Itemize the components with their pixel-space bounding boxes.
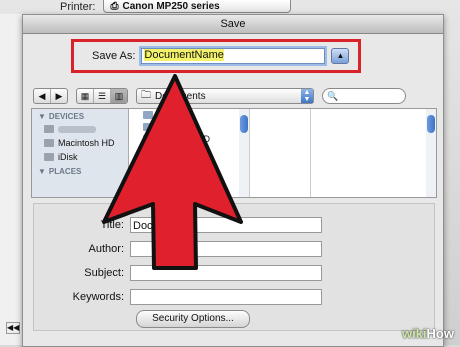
hard-drive-icon	[44, 139, 54, 147]
printer-row: Printer: ⎙ Canon MP250 series	[60, 0, 292, 13]
file-column-3	[311, 109, 436, 197]
list-item[interactable]: ...e▶	[129, 145, 249, 157]
folder-icon	[143, 123, 153, 131]
scroll-thumb[interactable]	[240, 115, 248, 133]
left-panel-edge	[0, 14, 23, 345]
title-label: Title:	[100, 219, 124, 231]
sidebar-item-macintosh-hd[interactable]: Macintosh HD	[32, 136, 128, 150]
printer-value: Canon MP250 series	[122, 0, 220, 12]
sidebar-item-computer[interactable]	[32, 122, 128, 136]
save-dialog: Save Save As: DocumentName ▲ ◀ ▶ ▦ ☰ ▥ 🗀…	[22, 14, 444, 347]
author-label: Author:	[88, 243, 124, 255]
scrollbar[interactable]	[426, 109, 436, 197]
save-as-label: Save As:	[92, 50, 136, 62]
search-icon: 🔍	[327, 91, 339, 101]
folder-popup[interactable]: 🗀 Documents ▲ ▼	[136, 88, 314, 104]
folder-icon	[143, 147, 153, 155]
sidebar-item-idisk[interactable]: iDisk	[32, 150, 128, 164]
keywords-label: Keywords:	[72, 291, 124, 303]
file-column-1: 1 ...p▶ ...NCE▶ ...ASE READ▶ ...e▶	[129, 109, 250, 197]
devices-header: ▼ DEVICES	[38, 112, 85, 121]
idisk-icon	[44, 153, 54, 161]
title-field[interactable]: Docu	[130, 217, 322, 233]
author-row: Author:	[34, 240, 434, 258]
forward-icon[interactable]: ▶	[51, 89, 67, 103]
file-browser: ▼ DEVICES Macintosh HD iDisk ▼ PLACES 1 …	[31, 108, 437, 198]
blurred-name	[58, 125, 96, 133]
current-folder: Documents	[155, 90, 206, 102]
save-as-input[interactable]: DocumentName	[141, 48, 326, 64]
back-icon[interactable]: ◀	[34, 89, 51, 103]
folder-icon: 🗀	[141, 89, 151, 101]
collapse-toggle-button[interactable]: ▲	[331, 48, 350, 64]
back-forward-control: ◀ ▶	[33, 88, 68, 104]
author-field[interactable]	[130, 241, 322, 257]
save-as-value: DocumentName	[144, 49, 224, 61]
computer-icon	[44, 125, 54, 133]
scrollbar[interactable]	[239, 109, 249, 197]
keywords-row: Keywords:	[34, 288, 434, 306]
folder-icon	[143, 111, 153, 119]
search-field[interactable]: 🔍	[322, 88, 406, 104]
wikihow-watermark: wikiHow	[401, 326, 454, 341]
printer-icon: ⎙	[110, 0, 119, 12]
printer-popup[interactable]: ⎙ Canon MP250 series	[103, 0, 292, 13]
list-item[interactable]: 1 ...p▶	[129, 109, 249, 121]
disclosure-icon[interactable]: ▼	[38, 112, 46, 121]
browser-toolbar: ◀ ▶ ▦ ☰ ▥ 🗀 Documents ▲ ▼ 🔍	[33, 87, 433, 105]
file-column-2	[250, 109, 311, 197]
subject-label: Subject:	[84, 267, 124, 279]
subject-row: Subject:	[34, 264, 434, 282]
keywords-field[interactable]	[130, 289, 322, 305]
save-as-row: Save As: DocumentName ▲	[71, 39, 361, 73]
disclosure-icon[interactable]: ▼	[38, 167, 46, 176]
icon-view-icon[interactable]: ▦	[77, 89, 94, 103]
list-view-icon[interactable]: ☰	[94, 89, 111, 103]
places-header: ▼ PLACES	[38, 167, 82, 176]
list-item[interactable]: ...NCE▶	[129, 121, 249, 133]
first-page-icon[interactable]: ◀◀	[6, 322, 20, 334]
dialog-title: Save	[23, 15, 443, 34]
document-properties: Title: Docu Author: Subject: Keywords: S…	[33, 203, 435, 331]
sidebar: ▼ DEVICES Macintosh HD iDisk ▼ PLACES	[32, 109, 129, 197]
security-options-button[interactable]: Security Options...	[136, 310, 250, 328]
title-row: Title: Docu	[34, 216, 434, 234]
subject-field[interactable]	[130, 265, 322, 281]
list-item[interactable]: ...ASE READ▶	[129, 133, 249, 145]
column-view-icon[interactable]: ▥	[111, 89, 127, 103]
view-mode-control: ▦ ☰ ▥	[76, 88, 128, 104]
printer-label: Printer:	[60, 0, 96, 13]
scroll-thumb[interactable]	[427, 115, 435, 133]
popup-arrows-icon: ▲ ▼	[301, 89, 313, 103]
folder-icon	[143, 135, 153, 143]
